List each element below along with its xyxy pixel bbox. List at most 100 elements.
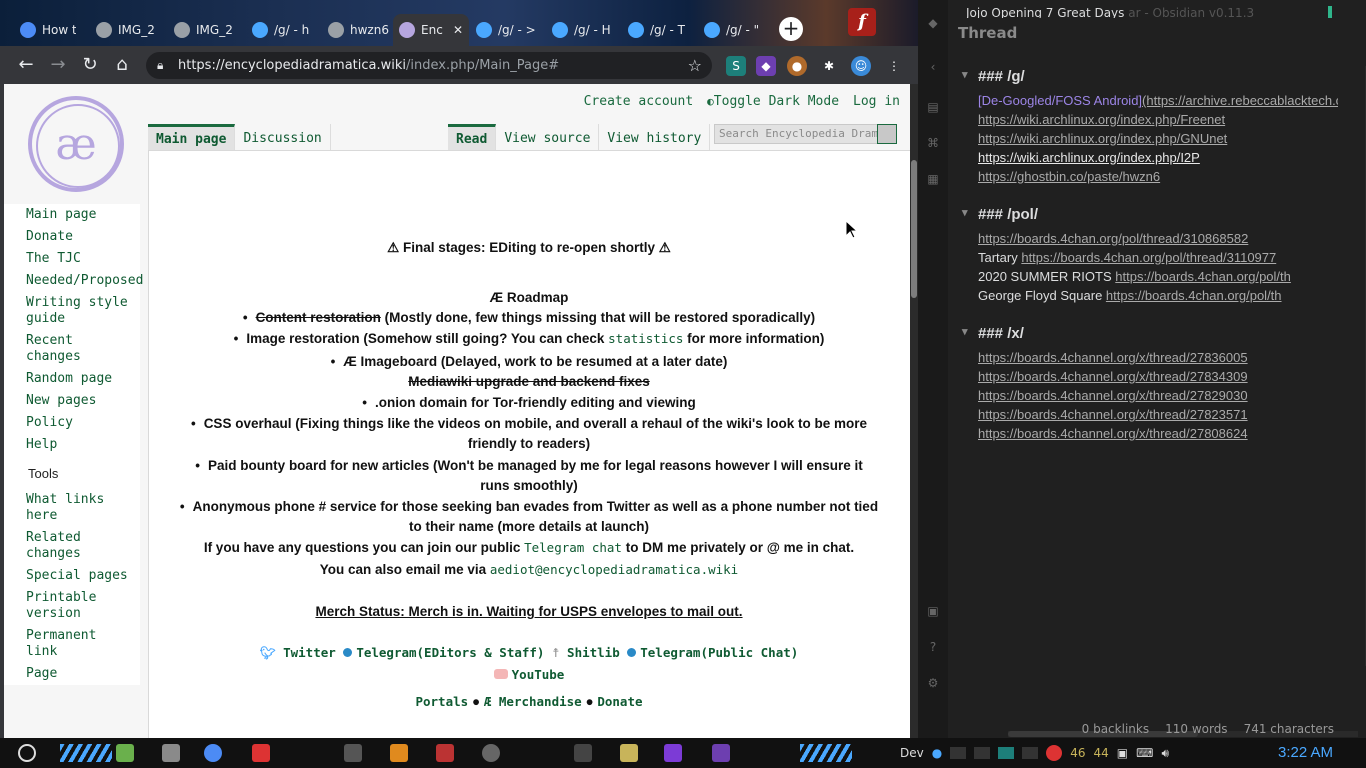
reload-icon[interactable]: ↻: [78, 53, 102, 77]
calendar-icon[interactable]: ▦: [926, 172, 940, 186]
home-icon[interactable]: ⌂: [110, 53, 134, 77]
grid-app-icon[interactable]: [344, 744, 362, 762]
note-heading[interactable]: ### /pol/: [962, 206, 1338, 223]
telegram-chat-link[interactable]: Telegram chat: [524, 540, 622, 555]
tab-view-history[interactable]: View history: [599, 124, 711, 150]
email-link[interactable]: aediot@encyclopediadramatica.wiki: [490, 562, 738, 577]
clock[interactable]: 3:22 AM: [1278, 744, 1333, 761]
browser-tab[interactable]: How to: [14, 14, 76, 46]
sidebar-item-page[interactable]: Page: [4, 663, 140, 685]
browser-tab[interactable]: /g/ - ": [698, 14, 768, 46]
youtube-link[interactable]: YouTube: [493, 667, 564, 682]
collapse-icon[interactable]: ‹: [926, 60, 940, 74]
site-logo[interactable]: æ: [28, 96, 124, 192]
volume-icon[interactable]: 🔊︎: [1161, 746, 1169, 761]
url-link[interactable]: https://boards.4chan.org/pol/thread/3108…: [978, 229, 1338, 248]
terminal-app-icon[interactable]: [574, 744, 592, 762]
note-heading[interactable]: ### /g/: [962, 68, 1338, 85]
back-icon[interactable]: ←: [14, 53, 38, 77]
bookmark-star-icon[interactable]: ☆: [688, 52, 702, 79]
shitlib-link[interactable]: ☨ Shitlib: [552, 645, 620, 660]
labeled-link[interactable]: Tartary https://boards.4chan.org/pol/thr…: [978, 248, 1338, 267]
browser-tab[interactable]: /g/ - T: [622, 14, 692, 46]
browser-tab[interactable]: Enc ✕: [393, 14, 469, 46]
network-icon[interactable]: ⌨: [1136, 746, 1153, 760]
note-heading[interactable]: ### /x/: [962, 325, 1338, 342]
url-link[interactable]: https://boards.4channel.org/x/thread/278…: [978, 424, 1338, 443]
telegram-public-link[interactable]: Telegram(Public Chat): [627, 645, 798, 660]
new-tab-button[interactable]: +: [779, 17, 803, 41]
sidebar-item-printable[interactable]: Printable version: [4, 587, 140, 625]
chrome-app-icon[interactable]: [204, 744, 222, 762]
browser-tab[interactable]: /g/ - H: [546, 14, 616, 46]
search-input[interactable]: Search Encyclopedia Drama: [714, 124, 897, 144]
url-link[interactable]: https://boards.4channel.org/x/thread/278…: [978, 386, 1338, 405]
sidebar-item-tjc[interactable]: The TJC: [4, 248, 140, 270]
tab-discussion[interactable]: Discussion: [235, 124, 331, 150]
cherry-app-icon[interactable]: [436, 744, 454, 762]
sidebar-item-main-page[interactable]: Main page: [4, 204, 140, 226]
browser-tab[interactable]: IMG_2: [90, 14, 160, 46]
files-app-icon[interactable]: [162, 744, 180, 762]
sidebar-item-recent-changes[interactable]: Recent changes: [4, 330, 140, 368]
window-icon[interactable]: [950, 747, 967, 759]
clipboard-icon[interactable]: ▣: [1117, 746, 1128, 760]
sidebar-item-special-pages[interactable]: Special pages: [4, 565, 140, 587]
sidebar-item-style-guide[interactable]: Writing style guide: [4, 292, 140, 330]
notes-app-icon[interactable]: [620, 744, 638, 762]
spreadsheet-app-icon[interactable]: [116, 744, 134, 762]
media-app-icon[interactable]: [664, 744, 682, 762]
folder-icon[interactable]: [998, 747, 1015, 759]
telegram-staff-link[interactable]: Telegram(EDitors & Staff): [343, 645, 544, 660]
search-button[interactable]: [877, 124, 897, 144]
sidebar-item-policy[interactable]: Policy: [4, 412, 140, 434]
steam-app-icon[interactable]: [482, 744, 500, 762]
window-icon[interactable]: [974, 747, 991, 759]
start-menu-icon[interactable]: [18, 744, 36, 762]
twitter-link[interactable]: 🐦︎ Twitter: [260, 645, 336, 660]
mail-icon[interactable]: [1046, 745, 1063, 761]
cookie-extension-icon[interactable]: ●: [787, 56, 807, 76]
url-link[interactable]: https://wiki.archlinux.org/index.php/Fre…: [978, 110, 1338, 129]
address-bar[interactable]: 🔒︎ https://encyclopediadramatica.wiki/in…: [146, 52, 712, 79]
donate-link[interactable]: Donate: [597, 694, 642, 709]
browser-tab[interactable]: /g/ - h: [246, 14, 316, 46]
sidebar-item-random-page[interactable]: Random page: [4, 368, 140, 390]
menu-kebab-icon[interactable]: ⋮: [884, 56, 904, 76]
sidebar-item-permanent-link[interactable]: Permanent link: [4, 625, 140, 663]
extension-cube-icon[interactable]: ◆: [756, 56, 776, 76]
settings-gear-icon[interactable]: ⚙: [926, 676, 940, 690]
scrollbar-thumb[interactable]: [911, 160, 917, 298]
sidebar-item-what-links-here[interactable]: What links here: [4, 489, 140, 527]
url-link[interactable]: https://boards.4channel.org/x/thread/278…: [978, 348, 1338, 367]
sidebar-item-needed[interactable]: Needed/Proposed: [4, 270, 143, 292]
tab-read[interactable]: Read: [448, 124, 497, 150]
dark-mode-toggle[interactable]: Toggle Dark Mode: [707, 94, 839, 109]
flash-icon[interactable]: f: [848, 8, 876, 36]
backlinks-count[interactable]: 0 backlinks: [1082, 722, 1149, 736]
browser-tab[interactable]: hwzn6: [322, 14, 392, 46]
url-link[interactable]: https://boards.4channel.org/x/thread/278…: [978, 367, 1338, 386]
markdown-link[interactable]: [De-Googled/FOSS Android](https://archiv…: [978, 91, 1338, 110]
browser-tab[interactable]: IMG_2: [168, 14, 238, 46]
sidebar-item-help[interactable]: Help: [4, 434, 140, 456]
statistics-link[interactable]: statistics: [608, 331, 683, 346]
obsidian-app-icon[interactable]: [712, 744, 730, 762]
url-link[interactable]: https://wiki.archlinux.org/index.php/I2P: [978, 148, 1338, 167]
puzzle-extensions-icon[interactable]: ✱: [819, 56, 839, 76]
sidebar-item-new-pages[interactable]: New pages: [4, 390, 140, 412]
merchandise-link[interactable]: Æ Merchandise: [484, 694, 582, 709]
labeled-link[interactable]: 2020 SUMMER RIOTS https://boards.4chan.o…: [978, 267, 1338, 286]
browser-tab[interactable]: /g/ - >: [470, 14, 540, 46]
tab-main-page[interactable]: Main page: [148, 124, 236, 150]
graph-icon[interactable]: ⌘: [926, 136, 940, 150]
sidebar-item-related-changes[interactable]: Related changes: [4, 527, 140, 565]
close-tab-icon[interactable]: ✕: [453, 23, 463, 37]
sublime-app-icon[interactable]: [390, 744, 408, 762]
vault-icon[interactable]: ▣: [926, 604, 940, 618]
labeled-link[interactable]: George Floyd Square https://boards.4chan…: [978, 286, 1338, 305]
url-link[interactable]: https://wiki.archlinux.org/index.php/GNU…: [978, 129, 1338, 148]
desktop-switcher[interactable]: Dev: [900, 746, 924, 760]
file-icon[interactable]: ▤: [926, 100, 940, 114]
tab-view-source[interactable]: View source: [496, 124, 600, 150]
